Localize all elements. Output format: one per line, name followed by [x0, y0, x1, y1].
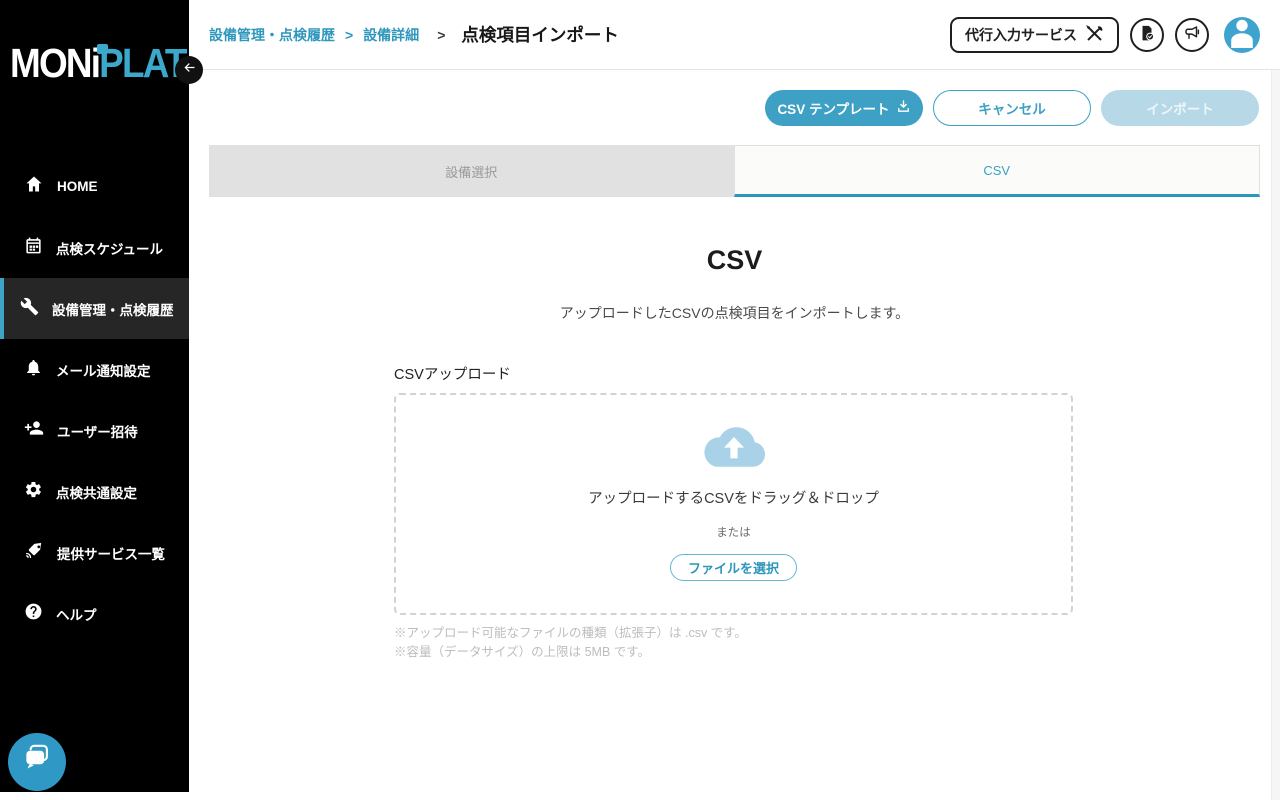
proxy-button-label: 代行入力サービス: [965, 25, 1077, 45]
bell-icon: [24, 358, 43, 382]
logo-i-dot: [97, 44, 108, 54]
dropzone-or-text: または: [716, 524, 751, 540]
sidebar-item-label: 提供サービス一覧: [57, 543, 165, 563]
chat-icon: [20, 743, 54, 782]
csv-template-download-button[interactable]: CSV テンプレート: [765, 90, 923, 126]
import-button[interactable]: インポート: [1101, 90, 1259, 126]
sidebar-item-equipment-history[interactable]: 設備管理・点検履歴: [0, 278, 189, 339]
services-icon: [24, 540, 44, 565]
content-title: CSV: [189, 245, 1280, 276]
app-window: MONiPLAT HOME 点検スケジュール 設備管理・点検履歴 メール通知設定: [0, 0, 1280, 800]
help-icon: [24, 602, 43, 626]
arrow-left-icon: [182, 60, 197, 80]
gear-icon: [24, 480, 43, 504]
sidebar-item-label: ヘルプ: [56, 604, 97, 624]
cloud-upload-icon: [700, 422, 768, 475]
sidebar-item-help[interactable]: ヘルプ: [0, 583, 189, 644]
chat-widget-button[interactable]: [8, 733, 66, 791]
scrollbar-track[interactable]: [1271, 70, 1280, 800]
tab-csv[interactable]: CSV: [734, 145, 1261, 197]
chevron-right-icon: >: [437, 27, 445, 43]
chevron-right-icon: >: [345, 27, 353, 43]
tab-equipment-select[interactable]: 設備選択: [209, 145, 734, 197]
megaphone-icon: [1183, 24, 1201, 45]
announcements-button[interactable]: [1175, 18, 1209, 52]
home-icon: [24, 174, 44, 199]
user-add-icon: [24, 418, 44, 443]
sidebar-item-label: 点検スケジュール: [56, 238, 163, 258]
top-header: 設備管理・点検履歴 > 設備詳細 > 点検項目インポート 代行入力サービス: [189, 0, 1280, 70]
tab-bar: 設備選択 CSV: [209, 145, 1260, 197]
dropzone-drag-text: アップロードするCSVをドラッグ＆ドロップ: [588, 487, 879, 508]
upload-section: CSVアップロード アップロードするCSVをドラッグ＆ドロップ または ファイル…: [394, 363, 1073, 662]
main-area: 設備管理・点検履歴 > 設備詳細 > 点検項目インポート 代行入力サービス: [189, 0, 1280, 800]
content-description: アップロードしたCSVの点検項目をインポートします。: [189, 303, 1280, 323]
document-check-icon: [1138, 24, 1156, 45]
sidebar: MONiPLAT HOME 点検スケジュール 設備管理・点検履歴 メール通知設定: [0, 0, 189, 792]
breadcrumb-link-equipment-detail[interactable]: 設備詳細: [363, 25, 419, 45]
wrench-icon: [20, 297, 39, 321]
proxy-input-service-button[interactable]: 代行入力サービス: [950, 17, 1119, 53]
sidebar-item-services-list[interactable]: 提供サービス一覧: [0, 522, 189, 583]
sidebar-item-common-settings[interactable]: 点検共通設定: [0, 461, 189, 522]
logo-text-mon: MON: [10, 40, 91, 86]
csv-template-label: CSV テンプレート: [777, 98, 889, 118]
upload-notes: ※アップロード可能なファイルの種類（拡張子）は .csv です。 ※容量（データ…: [394, 624, 1073, 662]
bottom-strip: [0, 792, 189, 800]
header-controls: 代行入力サービス: [950, 17, 1260, 53]
sidebar-item-home[interactable]: HOME: [0, 156, 189, 217]
sidebar-item-user-invite[interactable]: ユーザー招待: [0, 400, 189, 461]
calendar-icon: [24, 236, 43, 260]
cancel-label: キャンセル: [978, 98, 1046, 118]
breadcrumb: 設備管理・点検履歴 > 設備詳細 > 点検項目インポート: [209, 22, 619, 47]
upload-field-label: CSVアップロード: [394, 363, 1073, 384]
sidebar-item-label: HOME: [57, 179, 98, 194]
sidebar-item-inspection-schedule[interactable]: 点検スケジュール: [0, 217, 189, 278]
user-avatar[interactable]: [1224, 17, 1260, 53]
sidebar-item-label: 点検共通設定: [56, 482, 137, 502]
cancel-button[interactable]: キャンセル: [933, 90, 1091, 126]
logo-text-plat: PLAT: [99, 40, 185, 86]
note-file-type: ※アップロード可能なファイルの種類（拡張子）は .csv です。: [394, 624, 1073, 643]
sidebar-item-label: 設備管理・点検履歴: [52, 299, 174, 319]
download-icon: [896, 99, 911, 117]
sidebar-item-label: ユーザー招待: [57, 421, 138, 441]
sidebar-nav: HOME 点検スケジュール 設備管理・点検履歴 メール通知設定 ユーザー招待 点…: [0, 156, 189, 644]
file-select-button[interactable]: ファイルを選択: [670, 554, 797, 581]
collapse-sidebar-button[interactable]: [175, 56, 203, 84]
sidebar-item-label: メール通知設定: [56, 360, 151, 380]
document-check-button[interactable]: [1130, 18, 1164, 52]
csv-dropzone[interactable]: アップロードするCSVをドラッグ＆ドロップ または ファイルを選択: [394, 393, 1073, 615]
action-buttons-row: CSV テンプレート キャンセル インポート: [189, 70, 1280, 145]
tools-icon: [1085, 24, 1104, 46]
sidebar-item-mail-settings[interactable]: メール通知設定: [0, 339, 189, 400]
person-icon: [1224, 17, 1260, 53]
note-file-size: ※容量（データサイズ）の上限は 5MB です。: [394, 643, 1073, 662]
page-title-breadcrumb: 点検項目インポート: [461, 22, 619, 47]
import-label: インポート: [1146, 98, 1214, 118]
breadcrumb-link-equipment-history[interactable]: 設備管理・点検履歴: [209, 25, 335, 45]
